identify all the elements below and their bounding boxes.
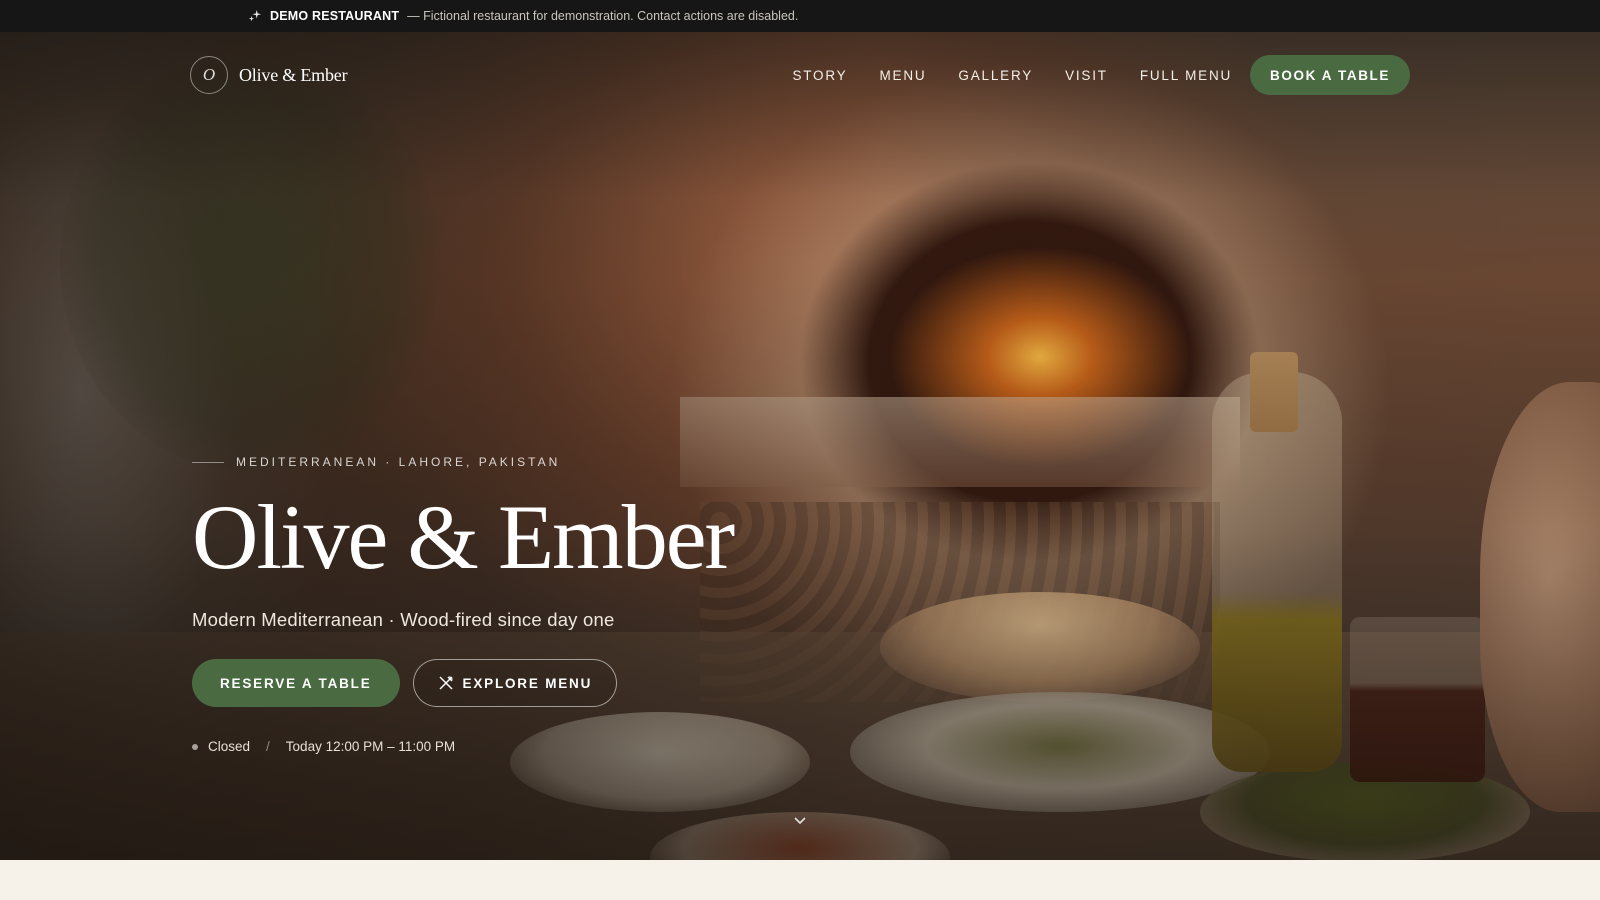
hero-tagline: Modern Mediterranean · Wood-fired since … bbox=[192, 609, 615, 630]
next-section bbox=[0, 860, 1600, 900]
demo-banner: DEMO RESTAURANT — Fictional restaurant f… bbox=[0, 0, 1600, 32]
status-text: Closed bbox=[208, 739, 251, 754]
status-separator: / bbox=[266, 739, 270, 754]
eyebrow-text: MEDITERRANEAN · LAHORE, PAKISTAN bbox=[236, 455, 561, 469]
demo-note: — Fictional restaurant for demonstration… bbox=[407, 9, 799, 23]
demo-badge: DEMO RESTAURANT bbox=[270, 9, 400, 23]
nav-link-gallery[interactable]: GALLERY bbox=[958, 68, 1033, 83]
explore-menu-button[interactable]: EXPLORE MENU bbox=[412, 659, 618, 707]
status-dot bbox=[192, 743, 198, 750]
nav-link-full-menu[interactable]: FULL MENU bbox=[1140, 68, 1232, 83]
chevron-down-icon[interactable] bbox=[792, 812, 808, 828]
eyebrow-divider bbox=[192, 461, 224, 463]
hero-title: Olive & Ember bbox=[192, 486, 735, 588]
sparkle-icon bbox=[248, 9, 262, 22]
nav-link-menu[interactable]: MENU bbox=[879, 68, 926, 83]
nav-links: STORY MENU GALLERY VISIT FULL MENU BOOK … bbox=[792, 55, 1410, 95]
hero-eyebrow: MEDITERRANEAN · LAHORE, PAKISTAN bbox=[192, 455, 733, 469]
opening-status: Closed / Today 12:00 PM – 11:00 PM bbox=[192, 739, 733, 754]
utensils-icon bbox=[439, 676, 453, 690]
main-nav: O Olive & Ember STORY MENU GALLERY VISIT… bbox=[190, 55, 1410, 95]
book-table-button[interactable]: BOOK A TABLE bbox=[1250, 55, 1410, 95]
hero-actions: RESERVE A TABLE EXPLORE MENU bbox=[192, 659, 733, 707]
logo[interactable]: O Olive & Ember bbox=[190, 56, 348, 94]
hero-content: MEDITERRANEAN · LAHORE, PAKISTAN Olive &… bbox=[192, 455, 735, 754]
nav-link-visit[interactable]: VISIT bbox=[1065, 68, 1108, 83]
nav-link-story[interactable]: STORY bbox=[792, 68, 847, 83]
logo-text: Olive & Ember bbox=[239, 64, 348, 85]
logo-mark: O bbox=[190, 56, 228, 94]
explore-menu-label: EXPLORE MENU bbox=[462, 675, 593, 691]
reserve-table-button[interactable]: RESERVE A TABLE bbox=[192, 659, 400, 707]
opening-hours: Today 12:00 PM – 11:00 PM bbox=[285, 739, 456, 754]
